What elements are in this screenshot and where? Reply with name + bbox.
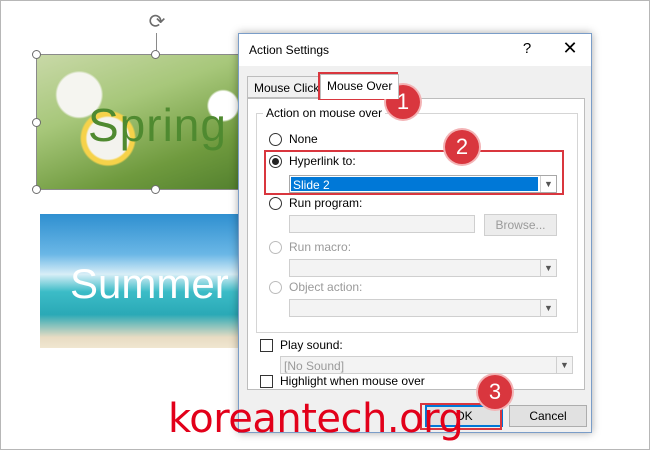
radio-run-program[interactable]	[269, 197, 282, 210]
summer-slide-title: Summer	[70, 260, 229, 307]
label-run-program: Run program:	[289, 196, 363, 210]
resize-handle-bottom-left[interactable]	[32, 185, 41, 194]
tab-panel: Action on mouse over None Hyperlink to: …	[247, 98, 585, 390]
resize-handle-top[interactable]	[151, 50, 160, 59]
label-play-sound: Play sound:	[280, 338, 343, 352]
sound-dropdown[interactable]: [No Sound] ▼	[280, 356, 573, 374]
run-program-input[interactable]	[289, 215, 475, 233]
rotate-handle-icon[interactable]: ⟳	[147, 12, 167, 32]
sound-value: [No Sound]	[284, 359, 345, 373]
resize-handle-top-left[interactable]	[32, 50, 41, 59]
action-group: Action on mouse over None Hyperlink to: …	[256, 106, 578, 333]
radio-run-macro[interactable]	[269, 241, 282, 254]
step-badge-3: 3	[478, 375, 512, 409]
run-macro-dropdown[interactable]: ▼	[289, 259, 557, 277]
close-icon[interactable]: ✕	[560, 38, 580, 59]
chevron-down-icon[interactable]: ▼	[540, 260, 556, 276]
resize-handle-bottom[interactable]	[151, 185, 160, 194]
help-icon[interactable]: ?	[517, 40, 537, 57]
tab-mouse-over[interactable]: Mouse Over	[320, 74, 400, 99]
label-object-action: Object action:	[289, 280, 363, 294]
label-none: None	[289, 132, 318, 146]
dialog-titlebar: Action Settings ? ✕	[239, 34, 591, 66]
step-badge-2: 2	[445, 130, 479, 164]
play-sound-checkbox[interactable]	[260, 339, 273, 352]
radio-none[interactable]	[269, 133, 282, 146]
browse-button[interactable]: Browse...	[484, 214, 557, 236]
tab-mouse-click[interactable]: Mouse Click	[247, 76, 327, 98]
chevron-down-icon[interactable]: ▼	[556, 357, 572, 373]
highlight-box-hyperlink	[264, 150, 564, 195]
label-run-macro: Run macro:	[289, 240, 352, 254]
highlight-checkbox[interactable]	[260, 375, 273, 388]
watermark-text: koreantech.org	[168, 396, 464, 442]
group-label: Action on mouse over	[263, 106, 386, 120]
chevron-down-icon[interactable]: ▼	[540, 300, 556, 316]
object-action-dropdown[interactable]: ▼	[289, 299, 557, 317]
radio-object-action[interactable]	[269, 281, 282, 294]
dialog-title: Action Settings	[249, 43, 330, 57]
resize-handle-left[interactable]	[32, 118, 41, 127]
label-highlight: Highlight when mouse over	[280, 374, 425, 388]
cancel-button[interactable]: Cancel	[509, 405, 587, 427]
